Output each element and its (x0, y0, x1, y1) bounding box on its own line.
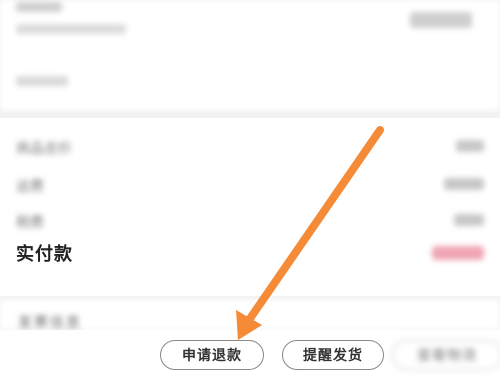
row-value-subtotal (456, 140, 484, 152)
price-row-tax: 税费 (0, 206, 500, 236)
price-details-card: 商品总价 运费 税费 实付款 (0, 118, 500, 296)
paid-amount-value (432, 246, 484, 260)
order-note-blurred (16, 76, 68, 86)
order-info-card (0, 0, 500, 110)
row-label-shipping: 运费 (16, 179, 44, 195)
invoice-card: 发票信息 (0, 300, 500, 331)
remind-shipping-button[interactable]: 提醒发货 (282, 340, 384, 370)
price-row-shipping: 运费 (0, 170, 500, 200)
invoice-title: 发票信息 (18, 315, 82, 331)
store-name-blurred (16, 2, 62, 12)
row-label-tax: 税费 (16, 215, 44, 231)
price-row-subtotal: 商品总价 (0, 132, 500, 162)
store-subtitle-blurred (16, 24, 126, 34)
bottom-action-bar: 申请退款 提醒发货 查看物流 (0, 330, 500, 375)
paid-amount-label: 实付款 (16, 244, 73, 265)
view-logistics-button[interactable]: 查看物流 (392, 340, 500, 370)
row-label-subtotal: 商品总价 (16, 141, 72, 157)
row-value-tax (454, 214, 484, 226)
row-value-shipping (444, 178, 484, 190)
apply-refund-button[interactable]: 申请退款 (160, 340, 264, 370)
order-status-blurred (410, 12, 472, 28)
